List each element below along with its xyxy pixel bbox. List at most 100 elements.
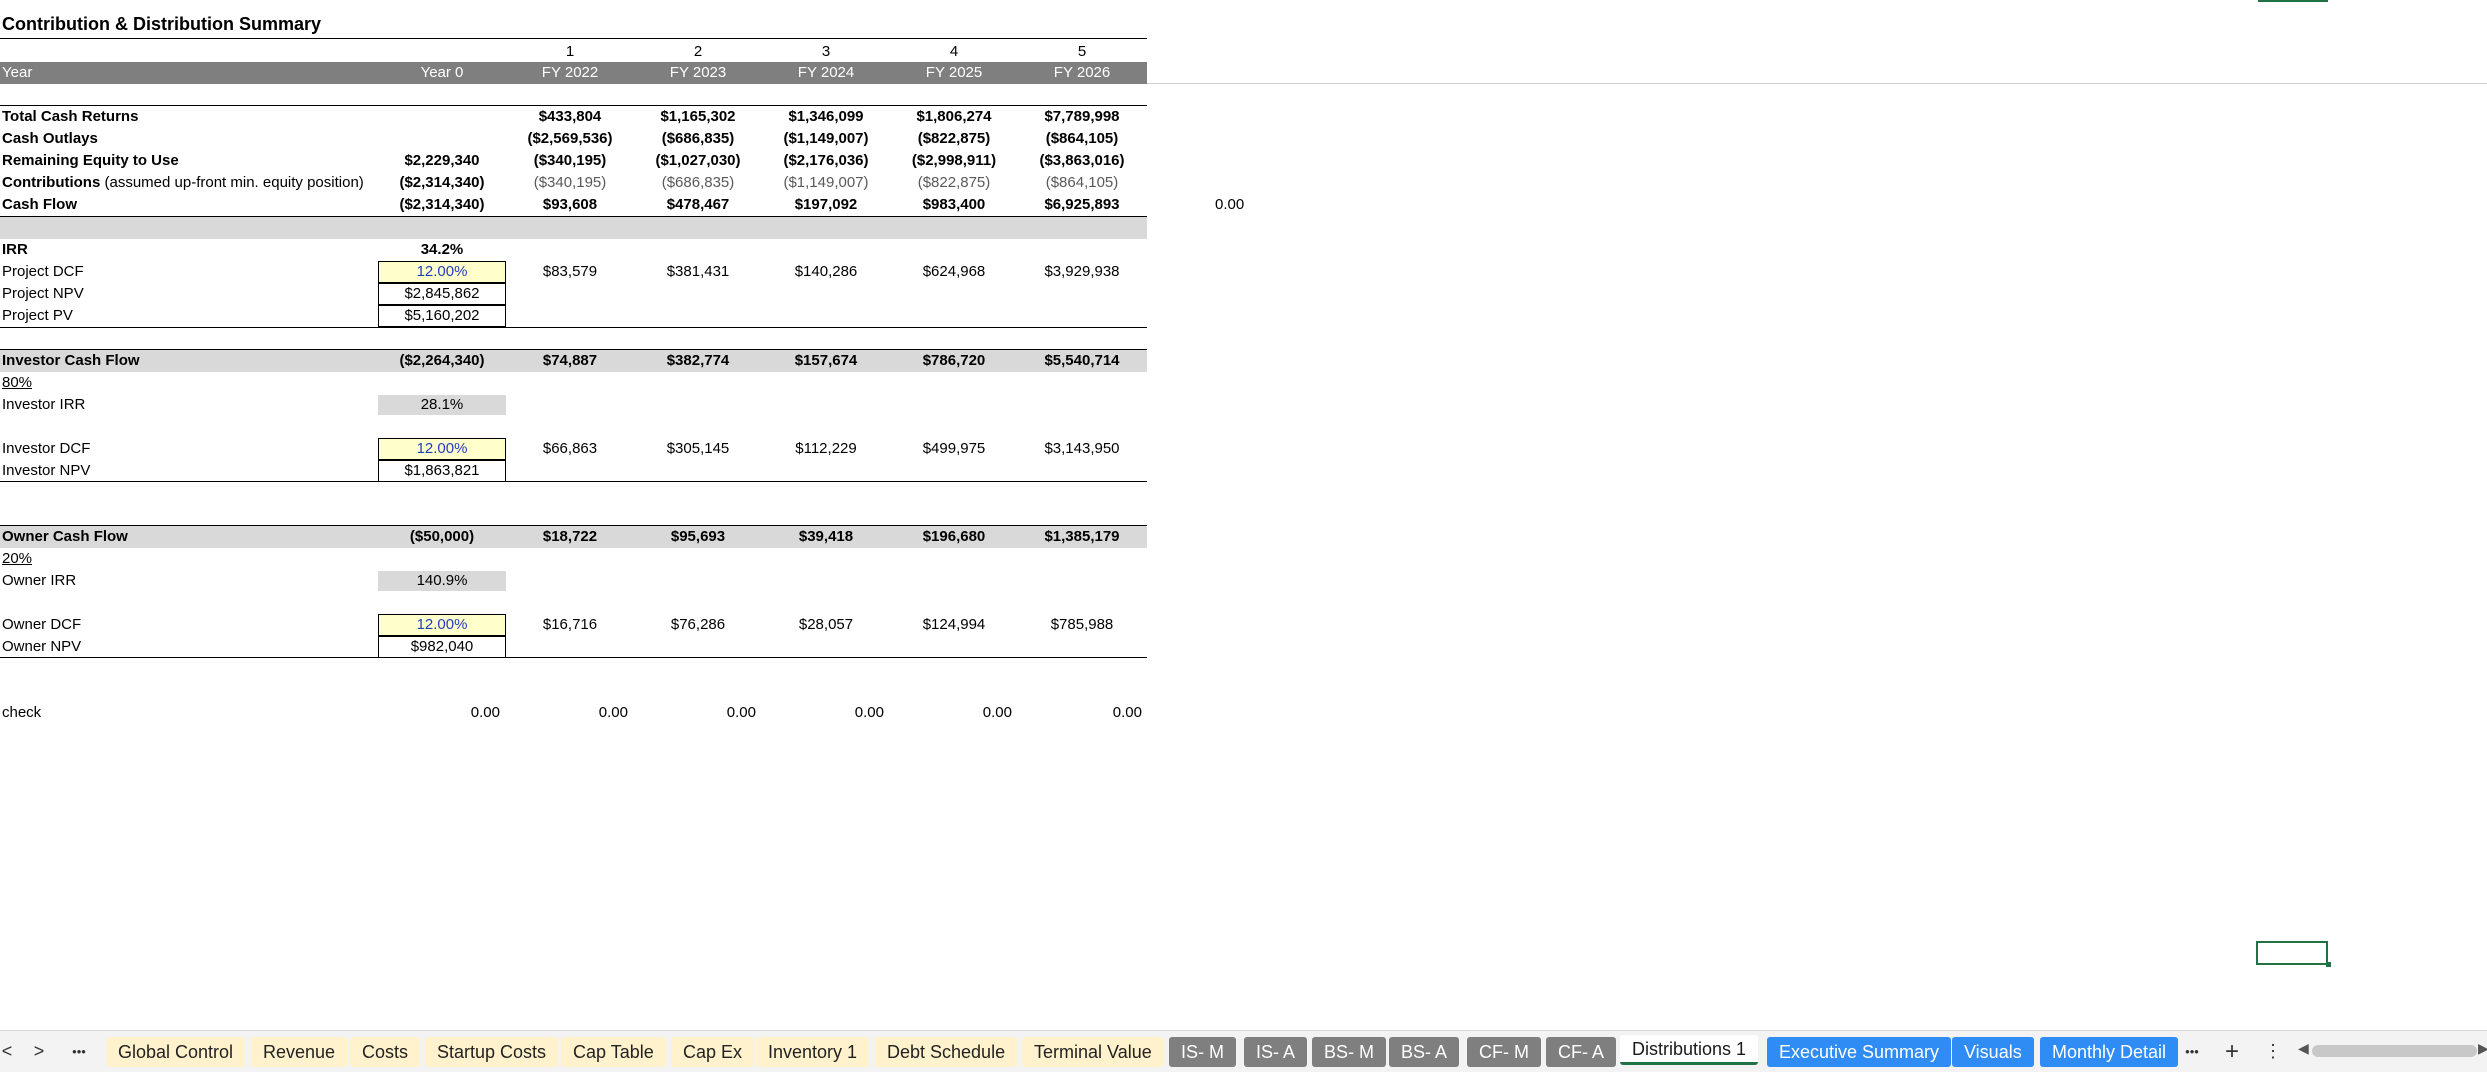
value-cell[interactable]: 0.00: [634, 702, 762, 724]
row-label[interactable]: Owner IRR: [2, 570, 76, 592]
value-cell[interactable]: $93,608: [506, 194, 634, 216]
row-label[interactable]: Investor DCF: [2, 438, 90, 460]
row-label[interactable]: Remaining Equity to Use: [2, 150, 179, 172]
value-cell[interactable]: 0.00: [762, 702, 890, 724]
tab-global-control[interactable]: Global Control: [106, 1037, 246, 1067]
value-cell[interactable]: $624,968: [890, 261, 1018, 283]
row-label[interactable]: Project PV: [2, 305, 73, 327]
value-cell[interactable]: $3,929,938: [1018, 261, 1146, 283]
value-cell[interactable]: ($686,835): [634, 172, 762, 194]
value-cell[interactable]: ($2,264,340): [378, 350, 506, 372]
value-cell[interactable]: 0.00: [506, 702, 634, 724]
year-label[interactable]: Year: [2, 62, 32, 84]
row-label[interactable]: Owner NPV: [2, 636, 81, 658]
more-tabs-right-icon[interactable]: •••: [2177, 1031, 2207, 1072]
value-cell[interactable]: $157,674: [762, 350, 890, 372]
year-header[interactable]: FY 2026: [1018, 62, 1146, 84]
value-cell[interactable]: ($1,027,030): [634, 150, 762, 172]
value-cell[interactable]: $2,229,340: [378, 150, 506, 172]
value-cell[interactable]: 0.00: [890, 702, 1018, 724]
period-number[interactable]: 3: [762, 41, 890, 63]
year-header[interactable]: FY 2025: [890, 62, 1018, 84]
value-cell[interactable]: 0.00: [378, 702, 506, 724]
discount-rate-input[interactable]: 12.00%: [378, 438, 506, 460]
year-header[interactable]: FY 2023: [634, 62, 762, 84]
year-header[interactable]: FY 2024: [762, 62, 890, 84]
value-cell[interactable]: $5,160,202: [378, 305, 506, 327]
row-label[interactable]: Investor Cash Flow: [2, 350, 140, 372]
value-cell[interactable]: $785,988: [1018, 614, 1146, 636]
tab-is-m[interactable]: IS- M: [1169, 1037, 1236, 1067]
value-cell[interactable]: ($340,195): [506, 172, 634, 194]
scroll-tabs-right-icon[interactable]: >: [24, 1031, 54, 1072]
add-sheet-icon[interactable]: +: [2217, 1031, 2247, 1072]
value-cell[interactable]: $196,680: [890, 526, 1018, 548]
value-cell[interactable]: ($50,000): [378, 526, 506, 548]
row-label[interactable]: Total Cash Returns: [2, 106, 138, 128]
spreadsheet-grid[interactable]: Contribution & Distribution Summary 1 2 …: [0, 0, 2487, 1030]
value-cell[interactable]: $1,806,274: [890, 106, 1018, 128]
value-cell[interactable]: $982,040: [378, 636, 506, 658]
horizontal-scrollbar[interactable]: [2312, 1045, 2477, 1057]
value-cell[interactable]: $28,057: [762, 614, 890, 636]
scroll-tabs-left-icon[interactable]: <: [0, 1031, 22, 1072]
period-number[interactable]: 5: [1018, 41, 1146, 63]
value-cell[interactable]: ($2,998,911): [890, 150, 1018, 172]
row-label[interactable]: Investor IRR: [2, 394, 85, 416]
cash-flow-side-value[interactable]: 0.00: [1215, 194, 1244, 216]
row-label[interactable]: Contributions (assumed up-front min. equ…: [2, 172, 364, 194]
fill-handle[interactable]: [2326, 962, 2331, 967]
period-number[interactable]: 1: [506, 41, 634, 63]
tab-visuals[interactable]: Visuals: [1952, 1037, 2034, 1067]
scroll-left-arrow-icon[interactable]: ◀: [2298, 1040, 2309, 1057]
discount-rate-input[interactable]: 12.00%: [378, 614, 506, 636]
row-label[interactable]: Project DCF: [2, 261, 84, 283]
row-label[interactable]: Owner Cash Flow: [2, 526, 128, 548]
value-cell[interactable]: $74,887: [506, 350, 634, 372]
tab-cf-a[interactable]: CF- A: [1546, 1037, 1617, 1067]
value-cell[interactable]: ($1,149,007): [762, 128, 890, 150]
value-cell[interactable]: ($1,149,007): [762, 172, 890, 194]
value-cell[interactable]: ($864,105): [1018, 172, 1146, 194]
value-cell[interactable]: $786,720: [890, 350, 1018, 372]
value-cell[interactable]: $478,467: [634, 194, 762, 216]
value-cell[interactable]: ($686,835): [634, 128, 762, 150]
value-cell[interactable]: $1,385,179: [1018, 526, 1146, 548]
value-cell[interactable]: ($864,105): [1018, 128, 1146, 150]
tab-terminal-value[interactable]: Terminal Value: [1022, 1037, 1164, 1067]
value-cell[interactable]: $381,431: [634, 261, 762, 283]
value-cell[interactable]: ($340,195): [506, 150, 634, 172]
tab-startup-costs[interactable]: Startup Costs: [425, 1037, 559, 1067]
year-header[interactable]: Year 0: [378, 62, 506, 84]
tab-distributions-1[interactable]: Distributions 1: [1620, 1035, 1759, 1065]
value-cell[interactable]: $5,540,714: [1018, 350, 1146, 372]
value-cell[interactable]: 0.00: [1018, 702, 1146, 724]
tab-cf-m[interactable]: CF- M: [1467, 1037, 1541, 1067]
tab-monthly-detail[interactable]: Monthly Detail: [2040, 1037, 2179, 1067]
value-cell[interactable]: $1,346,099: [762, 106, 890, 128]
sheet-options-icon[interactable]: ⋮: [2258, 1031, 2288, 1072]
value-cell[interactable]: $1,863,821: [378, 460, 506, 482]
more-tabs-left-icon[interactable]: •••: [64, 1031, 94, 1072]
period-number[interactable]: 2: [634, 41, 762, 63]
value-cell[interactable]: ($2,314,340): [378, 172, 506, 194]
tab-debt-schedule[interactable]: Debt Schedule: [875, 1037, 1018, 1067]
investor-share[interactable]: 80%: [2, 372, 32, 394]
value-cell[interactable]: ($2,569,536): [506, 128, 634, 150]
value-cell[interactable]: $18,722: [506, 526, 634, 548]
discount-rate-input[interactable]: 12.00%: [378, 261, 506, 283]
value-cell[interactable]: $983,400: [890, 194, 1018, 216]
owner-share[interactable]: 20%: [2, 548, 32, 570]
value-cell[interactable]: $16,716: [506, 614, 634, 636]
value-cell[interactable]: $433,804: [506, 106, 634, 128]
value-cell[interactable]: $6,925,893: [1018, 194, 1146, 216]
row-label[interactable]: IRR: [2, 239, 28, 261]
value-cell[interactable]: $382,774: [634, 350, 762, 372]
value-cell[interactable]: $39,418: [762, 526, 890, 548]
selected-cell[interactable]: [2256, 941, 2328, 965]
period-number[interactable]: 4: [890, 41, 1018, 63]
tab-cap-ex[interactable]: Cap Ex: [671, 1037, 755, 1067]
value-cell[interactable]: $2,845,862: [378, 283, 506, 305]
scroll-right-arrow-icon[interactable]: ▶: [2478, 1040, 2487, 1057]
value-cell[interactable]: $95,693: [634, 526, 762, 548]
